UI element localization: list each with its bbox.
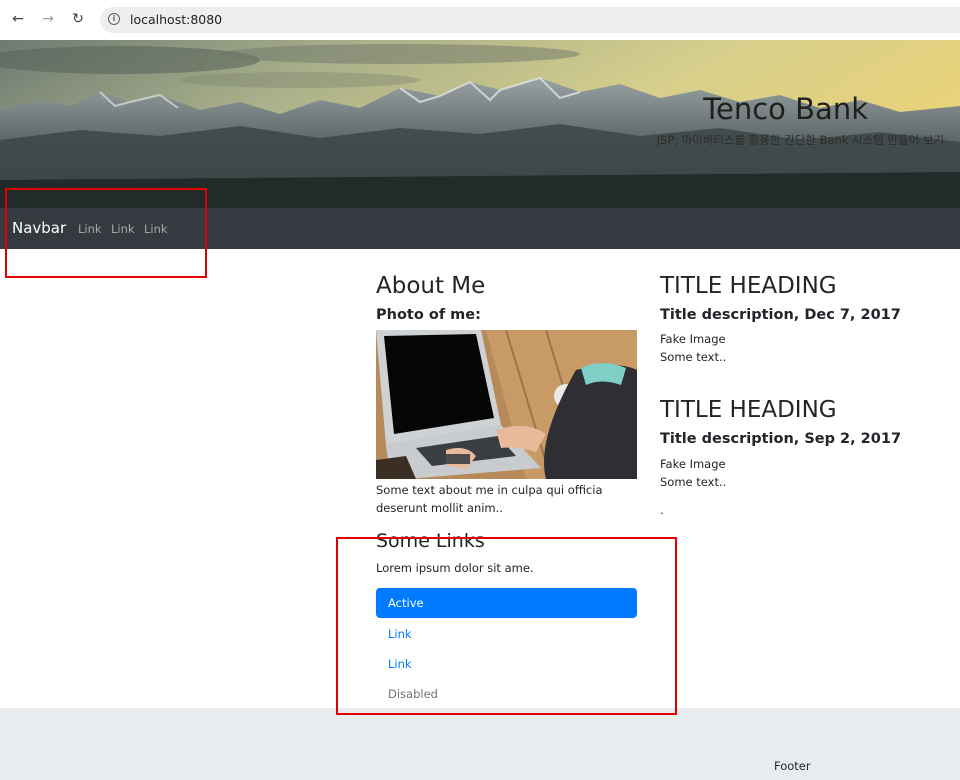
footer: Footer — [0, 708, 960, 780]
post-image-placeholder-1: Fake Image — [660, 332, 726, 346]
post-description-2: Title description, Sep 2, 2017 — [660, 431, 902, 447]
site-title: Tenco Bank — [703, 92, 868, 126]
about-text: Some text about me in culpa qui officia … — [376, 483, 603, 515]
site-subtitle: JSP, 마이바티스를 활용한 간단한 Bank 시스템 만들어 보기 — [656, 133, 944, 147]
url-text[interactable]: localhost:8080 — [130, 12, 222, 27]
browser-toolbar: ← → ↻ i localhost:8080 — [0, 0, 960, 41]
arrow-right-icon[interactable]: → — [37, 8, 59, 30]
photo-label: Photo of me: — [376, 307, 481, 323]
footer-text: Footer — [774, 759, 811, 773]
annotation-box-links — [336, 537, 677, 715]
post-heading-1: TITLE HEADING — [660, 273, 837, 299]
info-icon[interactable]: i — [108, 13, 120, 25]
post-text-1: Some text.. — [660, 350, 727, 364]
address-bar[interactable]: i localhost:8080 — [100, 7, 960, 33]
annotation-box-navbar — [5, 188, 207, 278]
reload-icon[interactable]: ↻ — [67, 8, 89, 30]
laptop-photo-image — [376, 330, 637, 479]
about-heading: About Me — [376, 273, 486, 299]
post-heading-2: TITLE HEADING — [660, 397, 837, 423]
page-header: Tenco Bank JSP, 마이바티스를 활용한 간단한 Bank 시스템 … — [0, 40, 960, 208]
post-description-1: Title description, Dec 7, 2017 — [660, 307, 901, 323]
profile-photo — [376, 330, 637, 479]
post-trailer-dot: . — [660, 503, 664, 517]
post-image-placeholder-2: Fake Image — [660, 457, 726, 471]
arrow-left-icon[interactable]: ← — [7, 8, 29, 30]
post-text-2: Some text.. — [660, 475, 727, 489]
